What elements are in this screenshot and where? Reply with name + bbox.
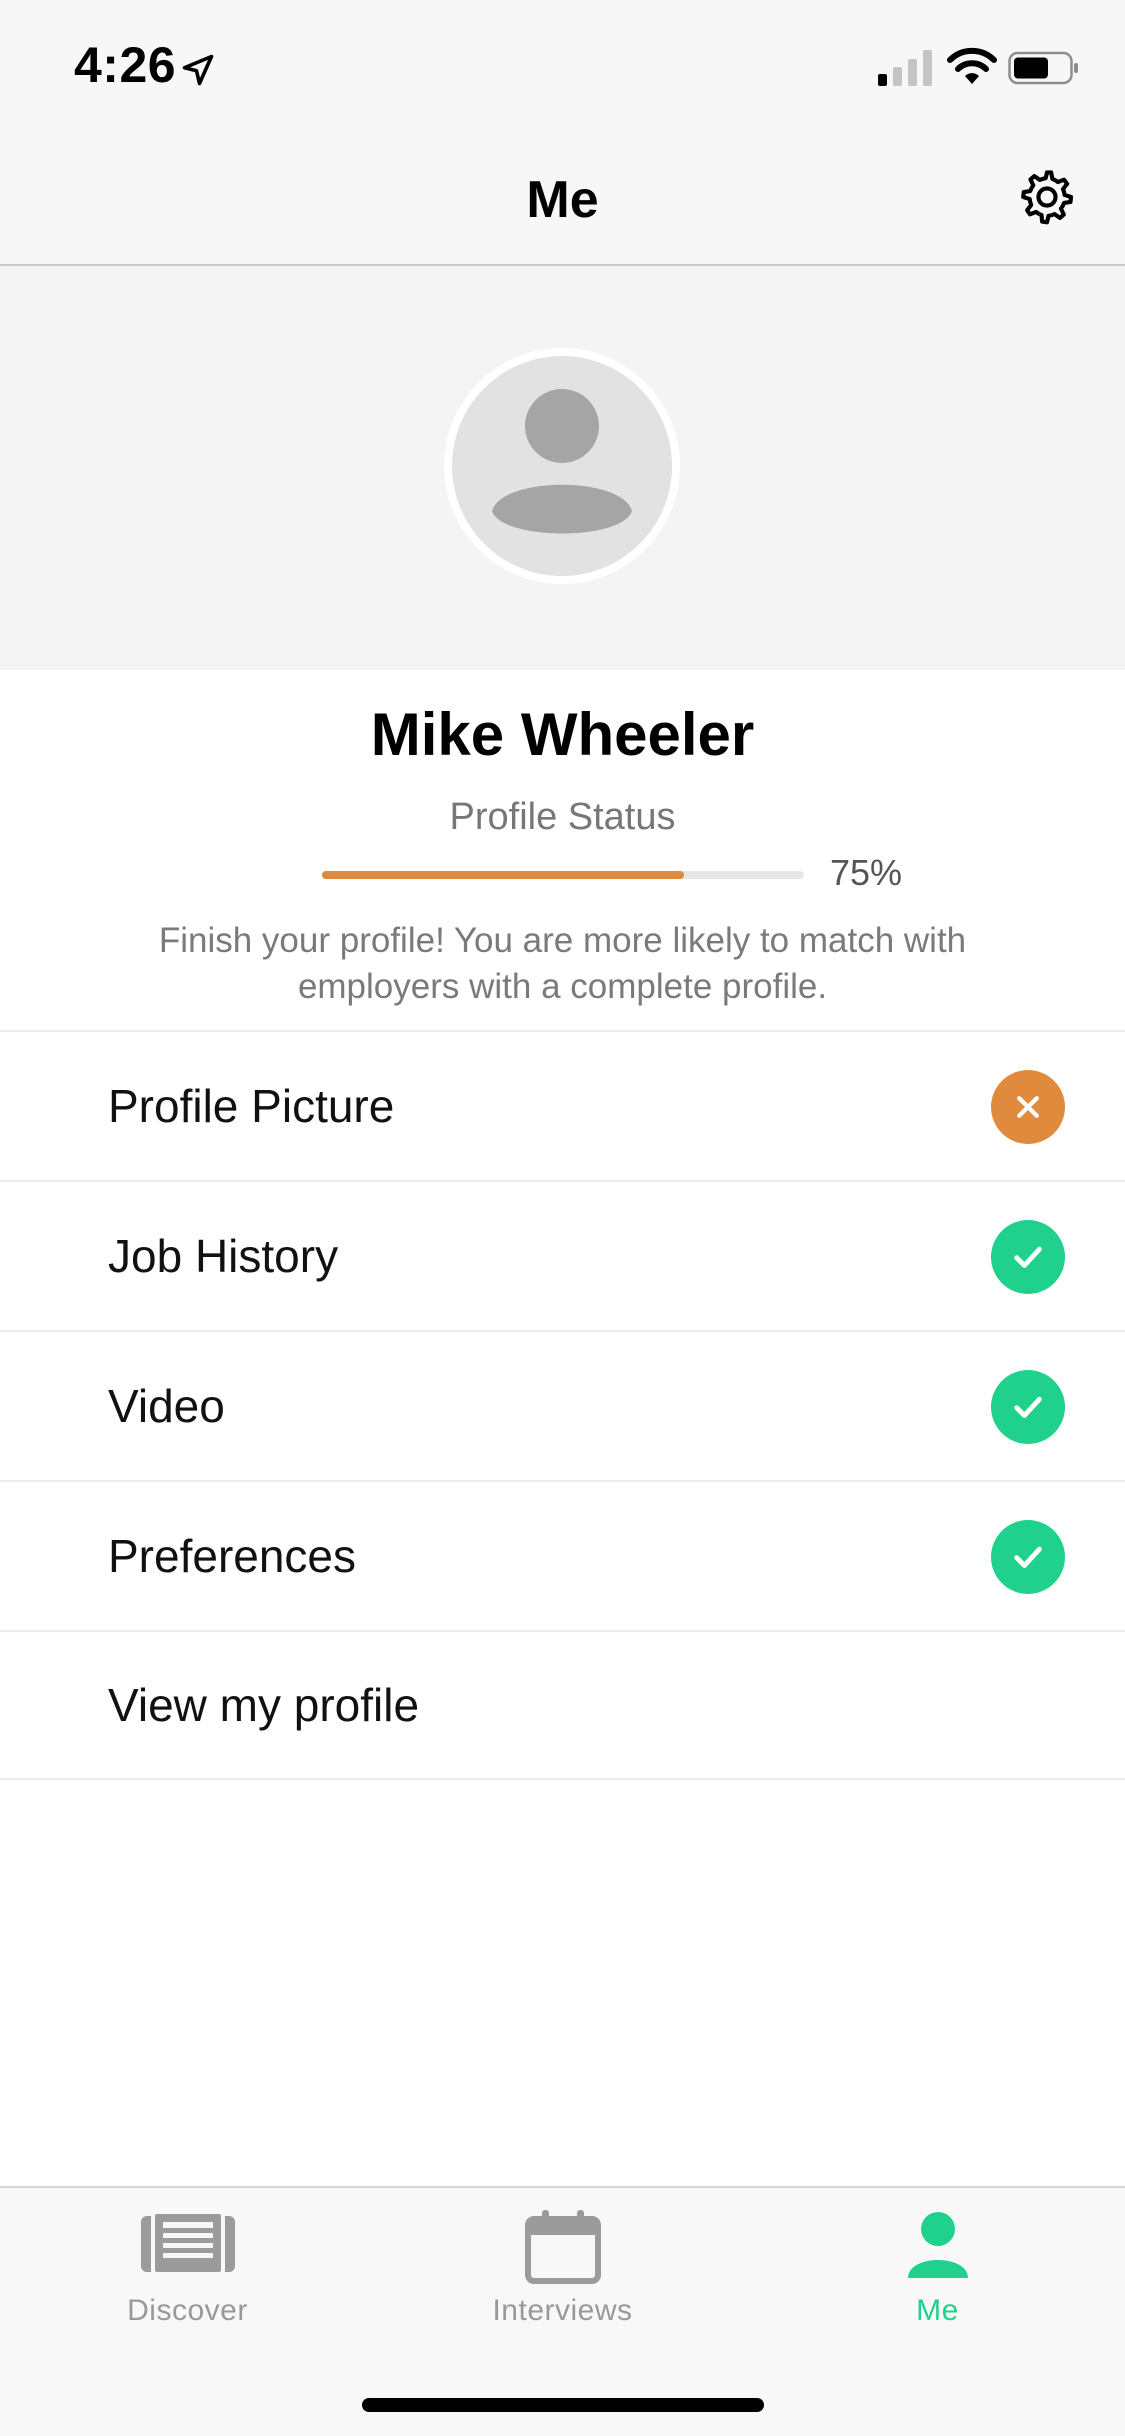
location-arrow-icon bbox=[182, 54, 214, 86]
check-icon bbox=[1014, 1546, 1042, 1568]
profile-progress-bar bbox=[322, 871, 804, 879]
profile-progress-percent: 75% bbox=[830, 852, 903, 893]
calendar-icon bbox=[524, 2210, 601, 2284]
newspaper-icon bbox=[140, 2210, 235, 2276]
list-item-view-profile[interactable]: View my profile bbox=[0, 1630, 1125, 1780]
list-item-label: Job History bbox=[108, 1230, 339, 1282]
incomplete-badge bbox=[991, 1070, 1065, 1144]
list-item-label: Video bbox=[108, 1380, 225, 1432]
profile-checklist: Profile Picture Job History Video Prefer… bbox=[0, 1030, 1125, 1780]
list-item-video[interactable]: Video bbox=[0, 1330, 1125, 1480]
complete-badge bbox=[991, 1520, 1065, 1594]
tab-me[interactable]: Me bbox=[750, 2188, 1125, 2348]
tab-label: Discover bbox=[127, 2294, 248, 2327]
complete-badge bbox=[991, 1370, 1065, 1444]
user-name: Mike Wheeler bbox=[370, 701, 755, 768]
wifi-icon bbox=[947, 47, 997, 84]
x-icon bbox=[1017, 1096, 1039, 1118]
status-time: 4:26 bbox=[74, 37, 177, 93]
tab-label: Me bbox=[916, 2294, 959, 2327]
gear-icon[interactable] bbox=[1016, 166, 1078, 228]
status-bar: 4:26 bbox=[0, 0, 1125, 132]
person-placeholder-icon bbox=[492, 389, 632, 534]
list-item-job-history[interactable]: Job History bbox=[0, 1180, 1125, 1330]
battery-icon bbox=[1008, 51, 1078, 85]
person-icon bbox=[907, 2212, 968, 2278]
home-indicator[interactable] bbox=[362, 2398, 764, 2412]
profile-progress-fill bbox=[322, 871, 684, 879]
complete-badge bbox=[991, 1220, 1065, 1294]
check-icon bbox=[1014, 1246, 1042, 1268]
list-item-label: View my profile bbox=[108, 1679, 420, 1731]
page-title: Me bbox=[526, 171, 599, 229]
tab-interviews[interactable]: Interviews bbox=[375, 2188, 750, 2348]
tab-label: Interviews bbox=[492, 2294, 633, 2327]
list-item-label: Preferences bbox=[108, 1530, 357, 1582]
me-screen: 4:26 Me Mike Wheeler Profile Status 75% … bbox=[0, 0, 1125, 2436]
list-item-label: Profile Picture bbox=[108, 1080, 395, 1132]
avatar[interactable] bbox=[444, 348, 680, 584]
navigation-bar: Me bbox=[0, 132, 1125, 266]
profile-header bbox=[0, 266, 1125, 670]
check-icon bbox=[1014, 1396, 1042, 1418]
profile-status-label: Profile Status bbox=[449, 796, 676, 838]
profile-hint: Finish your profile! You are more likely… bbox=[158, 921, 967, 1006]
tab-discover[interactable]: Discover bbox=[0, 2188, 375, 2348]
list-item-profile-picture[interactable]: Profile Picture bbox=[0, 1030, 1125, 1180]
list-item-preferences[interactable]: Preferences bbox=[0, 1480, 1125, 1630]
cellular-signal-icon bbox=[878, 50, 932, 86]
